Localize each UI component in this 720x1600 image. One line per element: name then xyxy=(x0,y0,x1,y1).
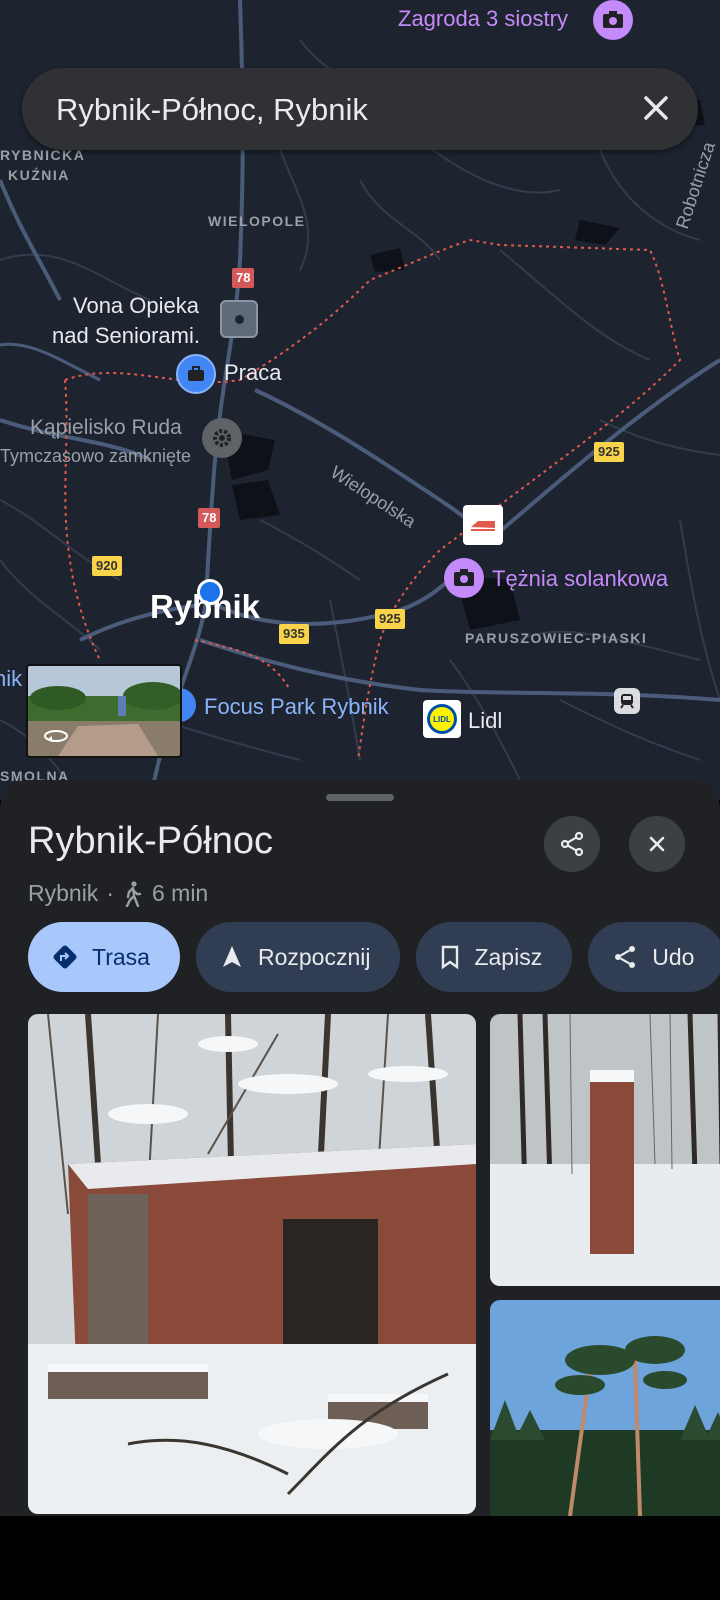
action-chips: Trasa Rozpocznij Zapisz Udo xyxy=(28,922,720,992)
save-label: Zapisz xyxy=(474,943,543,970)
poi-label-lidl[interactable]: Lidl xyxy=(468,708,502,734)
search-query[interactable]: Rybnik-Północ, Rybnik xyxy=(56,92,368,128)
locality-label: Rybnik xyxy=(28,880,99,906)
share-chip-button[interactable]: Udo xyxy=(588,922,720,992)
share-label: Udo xyxy=(652,943,695,970)
camera-icon[interactable] xyxy=(593,0,633,40)
briefcase-icon[interactable] xyxy=(176,354,216,394)
navigate-icon xyxy=(222,946,241,967)
road-shield-920: 920 xyxy=(92,556,122,576)
system-nav-bar xyxy=(0,1516,720,1600)
poi-label-teznia[interactable]: Tężnia solankowa xyxy=(492,566,668,592)
place-photo-2[interactable] xyxy=(490,1014,720,1286)
road-shield-925: 925 xyxy=(594,442,624,462)
poi-marker-icon[interactable] xyxy=(220,300,258,338)
camera-icon[interactable] xyxy=(444,558,484,598)
start-button[interactable]: Rozpocznij xyxy=(195,922,401,992)
train-icon[interactable] xyxy=(614,688,640,714)
gear-icon[interactable] xyxy=(202,418,242,458)
poi-status-closed: Tymczasowo zamknięte xyxy=(0,446,192,466)
place-photo-main[interactable] xyxy=(28,1014,476,1514)
poi-label-focus[interactable]: Focus Park Rybnik xyxy=(204,694,389,720)
close-sheet-button[interactable] xyxy=(629,816,685,872)
poi-label-edge: nik xyxy=(0,666,23,691)
share-icon xyxy=(560,831,584,857)
directions-icon xyxy=(53,945,77,969)
poi-label-zagroda[interactable]: Zagroda 3 siostry xyxy=(398,6,568,32)
road-shield-78: 78 xyxy=(232,268,255,288)
start-label: Rozpocznij xyxy=(257,943,371,970)
road-shield-78: 78 xyxy=(198,508,221,528)
poi-label-kapielisko[interactable]: Kąpielisko Ruda xyxy=(30,416,182,440)
train-station-icon[interactable] xyxy=(463,505,503,545)
close-icon[interactable] xyxy=(636,88,676,128)
close-icon xyxy=(649,836,665,852)
area-label: PARUSZOWIEC-PIASKI xyxy=(465,630,648,646)
road-shield-925: 925 xyxy=(375,609,405,629)
poi-label-vona[interactable]: Vona Opieka xyxy=(73,293,199,319)
lidl-logo-icon[interactable]: LIDL xyxy=(423,700,461,738)
bookmark-icon xyxy=(442,945,459,970)
place-title: Rybnik-Północ xyxy=(28,820,273,862)
save-button[interactable]: Zapisz xyxy=(416,922,573,992)
walk-icon xyxy=(125,880,142,907)
place-sheet[interactable]: Rybnik-Północ Rybnik · 6 min Trasa Rozpo… xyxy=(0,780,720,1516)
city-label[interactable]: Rybnik xyxy=(150,588,260,626)
poi-label-praca[interactable]: Praca xyxy=(224,360,281,386)
road-shield-935: 935 xyxy=(279,624,309,644)
separator: · xyxy=(106,880,114,906)
share-button[interactable] xyxy=(544,816,600,872)
directions-label: Trasa xyxy=(92,943,150,970)
directions-button[interactable]: Trasa xyxy=(28,922,180,992)
share-icon xyxy=(615,946,636,968)
place-subtitle: Rybnik · 6 min xyxy=(28,880,208,907)
area-label: WIELOPOLE xyxy=(208,213,306,229)
walk-time: 6 min xyxy=(151,880,209,906)
place-photo-3[interactable] xyxy=(490,1300,720,1516)
search-bar[interactable]: Rybnik-Północ, Rybnik xyxy=(22,68,698,150)
poi-label-vona-line2[interactable]: nad Seniorami. xyxy=(52,323,200,349)
drag-handle[interactable] xyxy=(326,794,394,801)
street-view-thumbnail[interactable] xyxy=(26,664,182,758)
area-label: KUŹNIA xyxy=(8,167,70,183)
rotate-360-icon xyxy=(44,730,68,742)
